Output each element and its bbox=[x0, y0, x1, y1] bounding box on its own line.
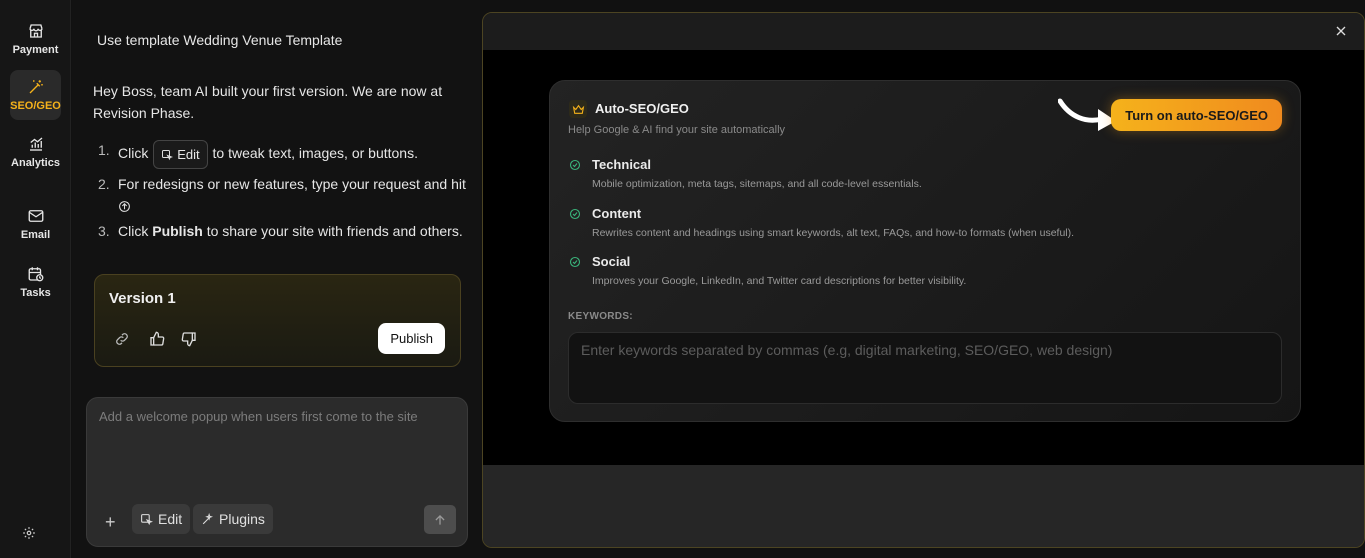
nav-analytics[interactable]: Analytics bbox=[10, 127, 61, 177]
step-bold: Publish bbox=[152, 223, 203, 239]
publish-button[interactable]: Publish bbox=[378, 323, 445, 354]
version-title: Version 1 bbox=[109, 290, 176, 307]
nav-tasks-label: Tasks bbox=[20, 287, 51, 299]
step-text: to tweak text, images, or buttons. bbox=[212, 145, 418, 162]
link-icon[interactable] bbox=[114, 331, 130, 347]
feature-title: Content bbox=[592, 206, 642, 221]
intro-text: Hey Boss, team AI built your first versi… bbox=[93, 83, 443, 121]
thumbs-up-icon[interactable] bbox=[149, 331, 165, 347]
chat-panel: Use template Wedding Venue Template Hey … bbox=[72, 0, 480, 558]
check-circle-icon bbox=[569, 256, 581, 268]
send-arrow-icon bbox=[119, 200, 130, 212]
feature-title: Social bbox=[592, 254, 631, 269]
arrow-up-icon bbox=[435, 514, 445, 525]
sparkle-icon bbox=[202, 512, 214, 524]
mail-icon bbox=[28, 210, 43, 222]
seo-card-title: Auto-SEO/GEO bbox=[595, 101, 689, 116]
nav-payment[interactable]: Payment bbox=[10, 14, 61, 64]
nav-tasks[interactable]: Tasks bbox=[10, 257, 61, 307]
step-number: 3. bbox=[98, 223, 110, 239]
edit-chip-label: Edit bbox=[177, 147, 200, 162]
keywords-input[interactable] bbox=[568, 332, 1282, 404]
keywords-label: KEYWORDS: bbox=[568, 311, 633, 322]
send-button[interactable] bbox=[424, 505, 456, 534]
turn-on-auto-seo-button[interactable]: Turn on auto-SEO/GEO bbox=[1111, 99, 1282, 131]
chart-icon bbox=[29, 137, 42, 151]
nav-analytics-label: Analytics bbox=[11, 157, 60, 169]
composer: + Edit Plugins bbox=[86, 397, 468, 547]
step-text: to share your site with friends and othe… bbox=[206, 223, 463, 239]
template-line: Use template Wedding Venue Template bbox=[97, 32, 343, 48]
prompt-input[interactable] bbox=[99, 408, 454, 468]
step-3: 3. Click Publish to share your site with… bbox=[98, 221, 468, 242]
settings-gear-icon[interactable] bbox=[22, 526, 36, 540]
feature-desc: Mobile optimization, meta tags, sitemaps… bbox=[592, 178, 922, 190]
check-circle-icon bbox=[569, 159, 581, 171]
nav-rail: Payment SEO/GEO Analytics Email Tasks bbox=[0, 0, 71, 558]
seo-card-subtitle: Help Google & AI find your site automati… bbox=[568, 124, 786, 136]
step-text: Click bbox=[118, 223, 149, 239]
modal-footer bbox=[483, 465, 1364, 547]
edit-chip: Edit bbox=[153, 140, 208, 169]
check-circle-icon bbox=[569, 208, 581, 220]
nav-email[interactable]: Email bbox=[10, 199, 61, 249]
magic-wand-icon bbox=[29, 80, 43, 94]
auto-seo-card: Auto-SEO/GEO Help Google & AI find your … bbox=[549, 80, 1301, 422]
close-icon[interactable] bbox=[1333, 23, 1349, 39]
step-text: Click bbox=[118, 145, 149, 162]
store-icon bbox=[28, 24, 43, 38]
feature-desc: Rewrites content and headings using smar… bbox=[592, 227, 1075, 239]
nav-payment-label: Payment bbox=[12, 44, 59, 56]
modal-body: Auto-SEO/GEO Help Google & AI find your … bbox=[483, 50, 1364, 465]
plugins-label: Plugins bbox=[219, 511, 265, 527]
edit-cursor-icon bbox=[141, 513, 153, 525]
plugins-button[interactable]: Plugins bbox=[193, 504, 273, 534]
composer-edit-button[interactable]: Edit bbox=[132, 504, 191, 534]
modal-header bbox=[483, 13, 1364, 50]
feature-desc: Improves your Google, LinkedIn, and Twit… bbox=[592, 275, 967, 287]
composer-edit-label: Edit bbox=[158, 511, 183, 527]
nav-email-label: Email bbox=[20, 229, 51, 241]
nav-seo-geo[interactable]: SEO/GEO bbox=[10, 70, 61, 120]
step-1: 1. Click Edit to tweak text, images, or … bbox=[98, 140, 468, 169]
crown-icon bbox=[569, 100, 587, 118]
add-attachment-icon[interactable]: + bbox=[105, 512, 116, 533]
steps-list: 1. Click Edit to tweak text, images, or … bbox=[98, 140, 468, 247]
edit-cursor-icon bbox=[162, 149, 174, 160]
step-number: 2. bbox=[98, 176, 110, 192]
version-card: Version 1 Publish bbox=[94, 274, 461, 367]
step-2: 2. For redesigns or new features, type y… bbox=[98, 174, 468, 216]
step-number: 1. bbox=[98, 142, 110, 158]
step-text: For redesigns or new features, type your… bbox=[118, 176, 466, 192]
thumbs-down-icon[interactable] bbox=[181, 331, 197, 347]
feature-title: Technical bbox=[592, 157, 652, 172]
seo-modal: Auto-SEO/GEO Help Google & AI find your … bbox=[482, 12, 1365, 548]
calendar-clock-icon bbox=[28, 267, 43, 282]
nav-seo-label: SEO/GEO bbox=[10, 100, 61, 112]
